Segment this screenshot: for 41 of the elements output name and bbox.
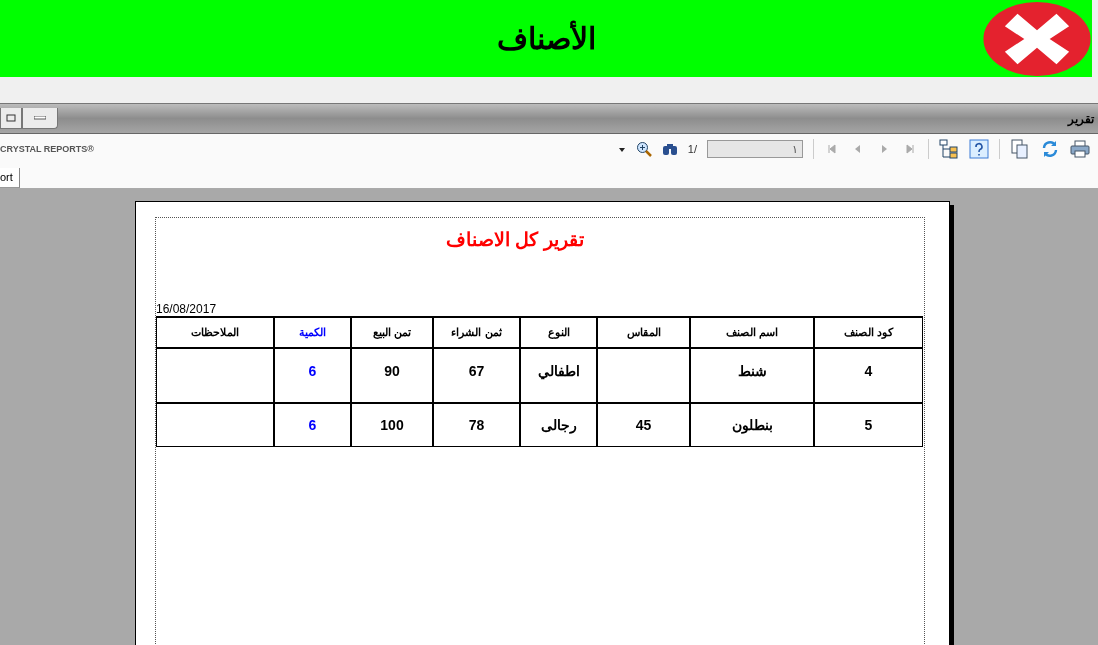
table-cell: 6: [273, 349, 350, 404]
report-title: تقرير كل الاصناف: [445, 228, 585, 251]
page-number-field[interactable]: ١: [707, 140, 803, 158]
table-cell: 90: [350, 349, 432, 404]
restore-button[interactable]: [0, 107, 22, 129]
table-cell: 6: [273, 404, 350, 446]
printer-icon[interactable]: [1070, 139, 1090, 159]
column-header: كود الصنف: [813, 318, 923, 349]
table-cell: 78: [432, 404, 519, 446]
refresh-icon[interactable]: [1040, 139, 1060, 159]
help-icon[interactable]: [969, 139, 989, 159]
table-cell: بنطلون: [689, 404, 813, 446]
brand-label: CRYSTAL REPORTS®: [0, 144, 94, 154]
table-cell: اطفالي: [519, 349, 596, 404]
column-header: النوع: [519, 318, 596, 349]
copy-icon[interactable]: [1010, 139, 1030, 159]
header-title: الأصناف: [496, 21, 596, 56]
tab[interactable]: ort: [0, 168, 20, 188]
table-cell: شنط: [689, 349, 813, 404]
window-title: تقرير: [1068, 111, 1096, 126]
zoom-icon[interactable]: [635, 141, 652, 157]
table-cell: 67: [432, 349, 519, 404]
table-cell: 4: [813, 349, 923, 404]
minimize-icon: [34, 115, 46, 120]
table-cell: 5: [813, 404, 923, 446]
page-count-label: 1/: [687, 143, 697, 155]
column-header: المقاس: [596, 318, 689, 349]
tree-icon[interactable]: [939, 139, 959, 159]
binoculars-icon[interactable]: [661, 141, 678, 157]
minimize-button[interactable]: [22, 107, 58, 129]
table-cell: 45: [596, 404, 689, 446]
column-header: تمن البيع: [350, 318, 432, 349]
restore-icon: [6, 113, 16, 122]
column-header: الملاحظات: [156, 318, 273, 349]
column-header: اسم الصنف: [689, 318, 813, 349]
table-cell: 100: [350, 404, 432, 446]
column-header: ثمن الشراء: [432, 318, 519, 349]
close-icon[interactable]: [982, 1, 1092, 77]
column-header: الكمية: [273, 318, 350, 349]
report-date: 16/08/2017: [156, 302, 217, 316]
table-cell: رجالى: [519, 404, 596, 446]
